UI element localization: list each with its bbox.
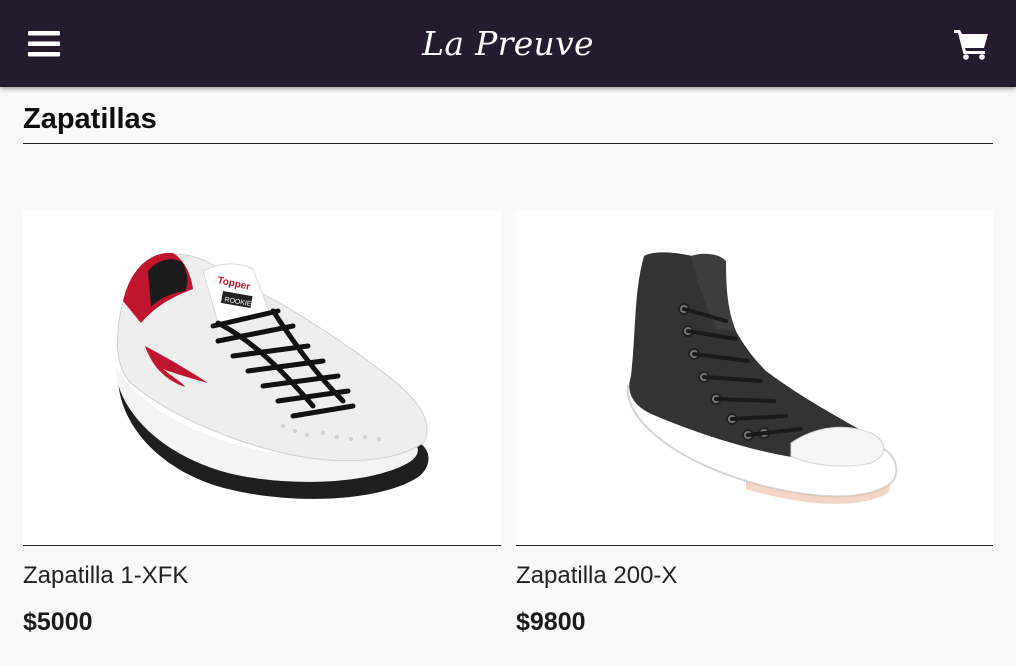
black-high-top-sneaker-image[interactable] — [516, 211, 993, 545]
product-price: $9800 — [516, 608, 586, 636]
brand-logo[interactable]: La Preuve — [0, 0, 1016, 87]
white-tennis-sneaker-image[interactable]: Topper ROOKIE — [23, 211, 501, 545]
card-divider — [23, 545, 501, 546]
product-name[interactable]: Zapatilla 1-XFK — [23, 561, 188, 591]
menu-button[interactable] — [22, 22, 66, 66]
section-title: Zapatillas — [23, 103, 157, 135]
product-price: $5000 — [23, 608, 93, 636]
hamburger-menu-icon — [28, 31, 60, 57]
cart-button[interactable] — [950, 22, 994, 66]
top-navbar: La Preuve — [0, 0, 1016, 87]
product-card[interactable]: Zapatilla 200-X $9800 — [516, 211, 993, 651]
shopping-cart-icon — [954, 30, 988, 60]
product-card[interactable]: Topper ROOKIE Zapatilla 1-XFK $5000 — [23, 211, 501, 651]
card-divider — [516, 545, 993, 546]
product-name[interactable]: Zapatilla 200-X — [516, 561, 677, 591]
section-divider — [23, 143, 993, 144]
